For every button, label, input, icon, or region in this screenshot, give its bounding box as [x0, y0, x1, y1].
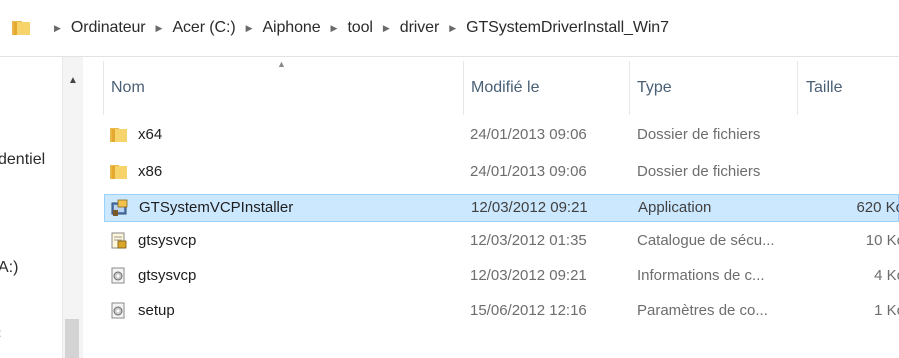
breadcrumb-item-drive[interactable]: Acer (C:)	[172, 19, 235, 37]
file-list: ▲ Nom Modifié le Type Taille x64 24/01/2…	[83, 57, 899, 358]
chevron-right-icon[interactable]: ▶	[331, 23, 338, 34]
file-size: 1 Ko	[874, 302, 899, 319]
file-size: 10 Ko	[865, 232, 899, 249]
chevron-right-icon[interactable]: ▶	[156, 23, 163, 34]
file-name: x64	[138, 126, 163, 143]
file-name: gtsysvcp	[138, 267, 197, 284]
file-modified: 15/06/2012 12:16	[470, 302, 587, 319]
column-header-row: ▲ Nom Modifié le Type Taille	[83, 57, 899, 115]
file-name: x86	[138, 163, 163, 180]
file-type: Paramètres de co...	[637, 302, 768, 319]
breadcrumb-item-aiphone[interactable]: Aiphone	[262, 19, 320, 37]
file-modified: 12/03/2012 01:35	[470, 232, 587, 249]
breadcrumb-item-current-folder[interactable]: GTSystemDriverInstall_Win7	[466, 19, 669, 37]
column-divider[interactable]	[629, 61, 630, 115]
column-header-type[interactable]: Type	[637, 79, 672, 97]
security-catalog-icon	[111, 232, 127, 249]
file-type: Application	[638, 199, 712, 216]
file-row-setup[interactable]: setup 15/06/2012 12:16 Paramètres de co.…	[104, 298, 899, 324]
column-header-size[interactable]: Taille	[806, 79, 842, 97]
file-type: Dossier de fichiers	[637, 126, 761, 143]
chevron-right-icon[interactable]: ▶	[449, 23, 456, 34]
file-type: Catalogue de sécu...	[637, 232, 775, 249]
file-row-x86[interactable]: x86 24/01/2013 09:06 Dossier de fichiers	[104, 159, 899, 185]
nav-item-cropped-2[interactable]: :	[0, 326, 1, 340]
sort-ascending-icon: ▲	[277, 59, 286, 69]
navigation-scrollbar[interactable]: ▲	[62, 57, 83, 358]
scroll-up-icon[interactable]: ▲	[68, 75, 78, 86]
setup-info-icon	[111, 267, 125, 284]
chevron-right-icon[interactable]: ▶	[383, 23, 390, 34]
file-name: gtsysvcp	[138, 232, 197, 249]
column-header-name[interactable]: Nom	[111, 79, 145, 97]
chevron-right-icon[interactable]: ▶	[246, 23, 253, 34]
file-modified: 24/01/2013 09:06	[470, 163, 587, 180]
folder-icon	[110, 128, 127, 142]
breadcrumb-item-computer[interactable]: Ordinateur	[71, 19, 146, 37]
nav-item-cropped[interactable]: dentiel	[0, 151, 45, 169]
file-size: 620 Ko	[856, 199, 899, 216]
chevron-right-icon[interactable]: ▶	[54, 23, 61, 34]
file-type: Dossier de fichiers	[637, 163, 761, 180]
file-name: GTSystemVCPInstaller	[139, 199, 294, 216]
folder-icon	[110, 165, 127, 179]
config-settings-icon	[111, 302, 125, 319]
column-divider[interactable]	[797, 61, 798, 115]
file-row-gtsysvcp-inf[interactable]: gtsysvcp 12/03/2012 09:21 Informations d…	[104, 263, 899, 289]
file-modified: 24/01/2013 09:06	[470, 126, 587, 143]
file-row-gtsystemvcpinstaller[interactable]: GTSystemVCPInstaller 12/03/2012 09:21 Ap…	[104, 194, 899, 222]
column-divider	[103, 61, 104, 115]
application-icon	[111, 199, 128, 216]
nav-item-drive-a[interactable]: A:)	[0, 259, 18, 277]
file-row-gtsysvcp-catalog[interactable]: gtsysvcp 12/03/2012 01:35 Catalogue de s…	[104, 228, 899, 254]
file-modified: 12/03/2012 09:21	[470, 267, 587, 284]
breadcrumb-item-tool[interactable]: tool	[347, 19, 373, 37]
breadcrumb-item-driver[interactable]: driver	[400, 19, 440, 37]
file-name: setup	[138, 302, 175, 319]
scrollbar-thumb[interactable]	[65, 319, 79, 358]
file-modified: 12/03/2012 09:21	[471, 199, 588, 216]
file-size: 4 Ko	[874, 267, 899, 284]
column-divider[interactable]	[463, 61, 464, 115]
folder-icon	[12, 21, 30, 35]
file-row-x64[interactable]: x64 24/01/2013 09:06 Dossier de fichiers	[104, 122, 899, 148]
address-bar[interactable]: ▶ Ordinateur ▶ Acer (C:) ▶ Aiphone ▶ too…	[0, 0, 899, 57]
breadcrumb: ▶ Ordinateur ▶ Acer (C:) ▶ Aiphone ▶ too…	[44, 16, 669, 40]
file-type: Informations de c...	[637, 267, 765, 284]
column-header-modified[interactable]: Modifié le	[471, 79, 539, 97]
